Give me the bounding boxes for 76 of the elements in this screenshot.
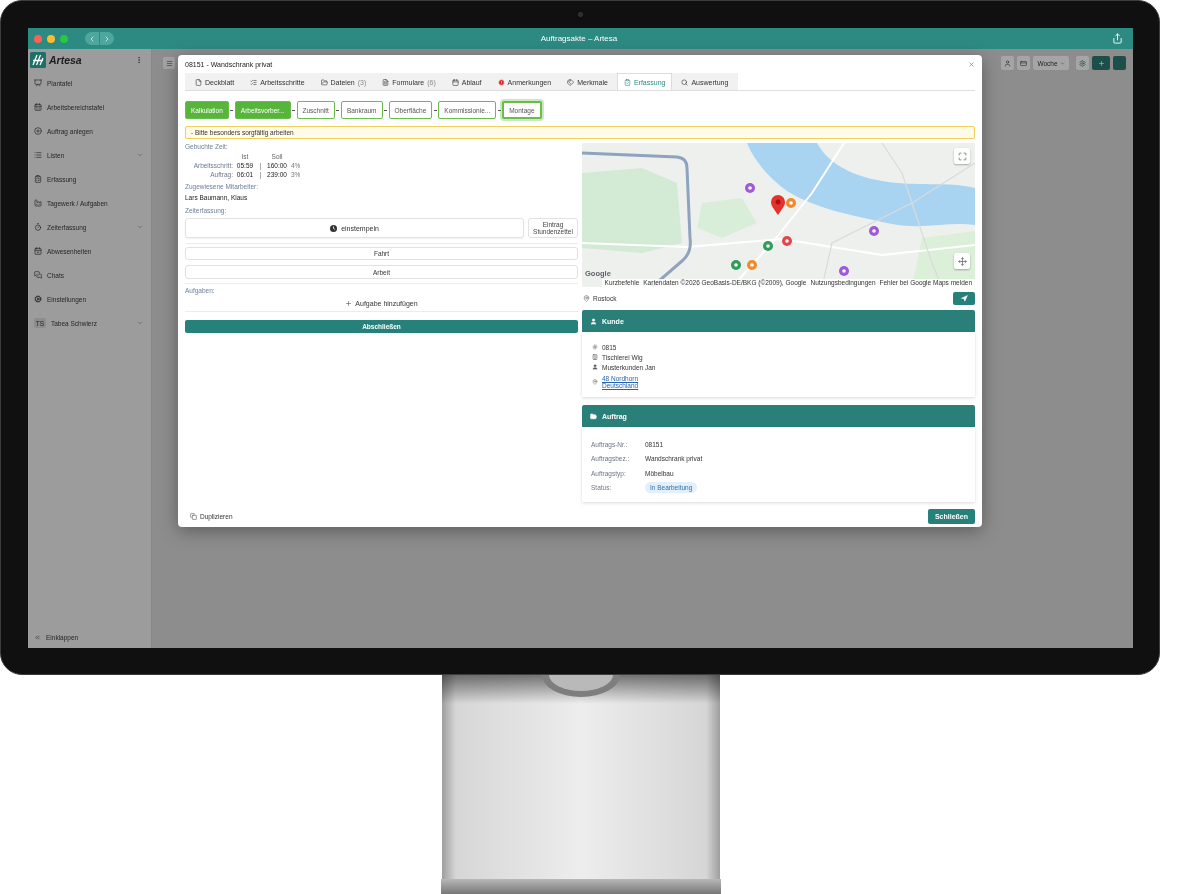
chevron-down-icon bbox=[137, 152, 143, 158]
fullscreen-icon bbox=[957, 151, 967, 161]
map-poi-icon bbox=[745, 183, 755, 193]
folder-icon bbox=[590, 412, 597, 420]
settings-button[interactable] bbox=[1076, 56, 1089, 70]
card-view-button[interactable] bbox=[1017, 56, 1030, 70]
timer-icon bbox=[34, 223, 42, 231]
logo-text: Artesa bbox=[49, 54, 82, 66]
calendar-icon bbox=[451, 78, 459, 86]
alert-icon bbox=[497, 78, 505, 86]
building-icon bbox=[592, 354, 598, 360]
list-icon bbox=[34, 151, 42, 159]
map-poi-icon bbox=[747, 260, 757, 270]
chevron-right-icon bbox=[103, 34, 111, 43]
map-poi-icon bbox=[731, 260, 741, 270]
kebab-menu-icon bbox=[135, 56, 143, 64]
share-icon bbox=[1111, 33, 1123, 44]
user-icon bbox=[590, 317, 597, 325]
user-icon bbox=[1004, 59, 1011, 67]
menu-icon bbox=[165, 59, 173, 67]
minimize-window-icon[interactable] bbox=[47, 34, 55, 43]
navigation-arrow-icon bbox=[960, 294, 968, 302]
zoom-window-icon[interactable] bbox=[60, 34, 68, 43]
plus-icon bbox=[1097, 59, 1105, 67]
navigate-button[interactable] bbox=[953, 291, 975, 305]
card-icon bbox=[1020, 59, 1027, 67]
map-control-button[interactable] bbox=[954, 253, 970, 269]
hash-icon bbox=[592, 344, 598, 350]
clock-icon bbox=[330, 224, 338, 232]
map-poi-icon bbox=[763, 241, 773, 251]
search-icon bbox=[681, 78, 689, 86]
plus-icon bbox=[345, 300, 353, 307]
file-icon bbox=[195, 78, 202, 86]
chevron-down-icon bbox=[137, 224, 143, 230]
close-window-icon[interactable] bbox=[34, 34, 42, 43]
more-button[interactable] bbox=[135, 56, 143, 64]
close-icon bbox=[968, 60, 975, 68]
settings-icon bbox=[1079, 59, 1086, 67]
settings-icon bbox=[34, 295, 42, 303]
user-icon bbox=[592, 364, 598, 370]
pin-icon bbox=[583, 294, 590, 302]
clipboard-icon bbox=[623, 78, 631, 86]
menu-button[interactable] bbox=[163, 57, 175, 69]
map-poi-icon bbox=[869, 226, 879, 236]
logo-icon bbox=[30, 52, 46, 68]
tags-icon bbox=[567, 78, 575, 86]
document-icon bbox=[382, 78, 390, 86]
map-poi-icon bbox=[839, 266, 849, 276]
chat-bubbles-icon bbox=[34, 271, 42, 279]
presentation-board-icon bbox=[34, 79, 42, 87]
map-pin-icon bbox=[771, 195, 785, 215]
forward-button[interactable] bbox=[100, 32, 114, 45]
share-button[interactable] bbox=[1110, 31, 1124, 46]
camera-icon bbox=[578, 12, 583, 17]
chevron-left-icon bbox=[88, 34, 96, 43]
calendar-icon bbox=[34, 103, 42, 111]
back-button[interactable] bbox=[85, 32, 99, 45]
add-button[interactable] bbox=[1092, 56, 1110, 70]
window-title: Auftragsakte – Artesa bbox=[540, 34, 618, 43]
map-poi-icon bbox=[786, 198, 796, 208]
close-button[interactable] bbox=[968, 60, 975, 68]
folder-icon bbox=[320, 78, 328, 86]
chevron-down-icon bbox=[137, 320, 143, 326]
clipboard-icon bbox=[34, 175, 42, 183]
caret-icon bbox=[1059, 60, 1065, 66]
fullscreen-button[interactable] bbox=[954, 148, 970, 164]
list-icon bbox=[250, 78, 258, 86]
factory-icon bbox=[34, 199, 42, 207]
double-chevron-left-icon bbox=[34, 633, 41, 641]
plus-circle-icon bbox=[34, 127, 42, 135]
move-arrows-icon bbox=[957, 256, 967, 266]
calendar-x-icon bbox=[34, 247, 42, 255]
toolbar-button[interactable] bbox=[1113, 56, 1126, 70]
user-filter-button[interactable] bbox=[1001, 56, 1014, 70]
pin-icon bbox=[592, 379, 598, 385]
copy-icon bbox=[190, 512, 197, 520]
